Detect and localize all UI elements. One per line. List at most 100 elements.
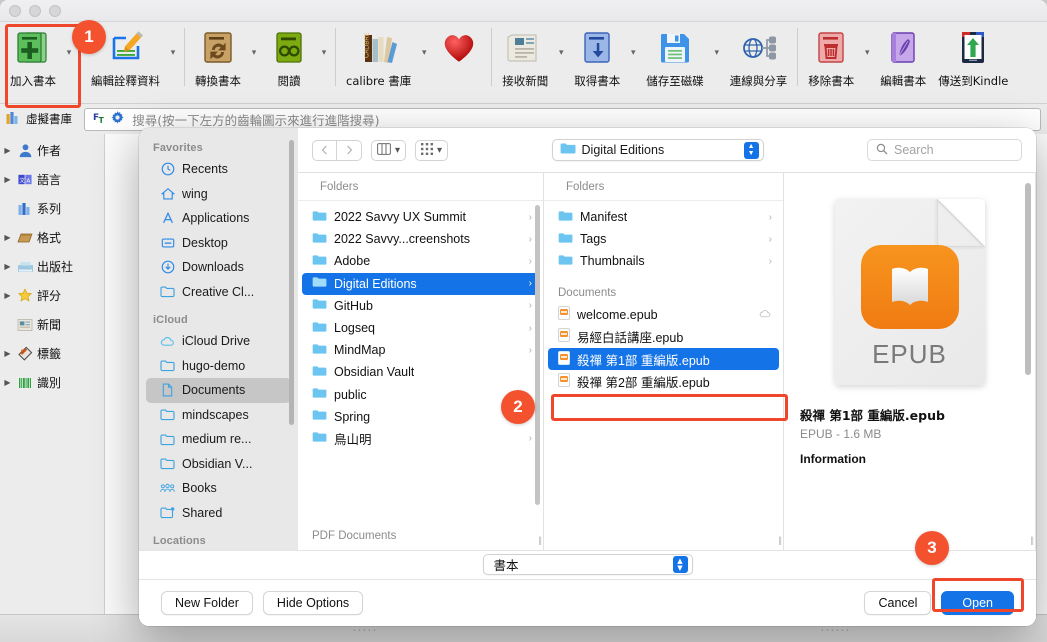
list-item[interactable]: Tags ›: [548, 228, 779, 250]
sidebar-item-tags[interactable]: ▶ 標籤: [0, 339, 104, 368]
remove-books-button[interactable]: 移除書本: [802, 22, 860, 91]
get-books-dropdown-arrow[interactable]: ▾: [626, 47, 640, 58]
send-to-kindle-button[interactable]: 傳送到Kindle: [932, 22, 1014, 91]
read-dropdown-arrow[interactable]: ▾: [317, 47, 331, 58]
list-item-selected-folder[interactable]: Digital Editions ›: [302, 272, 539, 295]
connect-share-button[interactable]: 連線與分享: [724, 22, 794, 91]
column1-resize-handle[interactable]: ||: [538, 535, 542, 545]
column1-scrollbar[interactable]: [535, 205, 540, 505]
list-item[interactable]: welcome.epub: [548, 304, 779, 326]
cancel-button[interactable]: Cancel: [864, 590, 932, 615]
list-item[interactable]: Logseq ›: [302, 317, 539, 339]
folder-icon: [558, 254, 573, 269]
sidebar-item-downloads[interactable]: Downloads: [146, 255, 291, 280]
list-item[interactable]: Thumbnails ›: [548, 250, 779, 272]
sidebar-item-books[interactable]: Books: [146, 476, 291, 501]
sidebar-item-identifiers[interactable]: ▶ 識別: [0, 368, 104, 397]
disclosure-arrow-icon[interactable]: ▶: [2, 175, 13, 184]
list-item[interactable]: Manifest ›: [548, 206, 779, 228]
list-item[interactable]: 殺禪 第2部 重編版.epub: [548, 370, 779, 392]
sidebar-item-ratings[interactable]: ▶ 評分: [0, 281, 104, 310]
list-item[interactable]: Obsidian Vault: [302, 361, 539, 383]
calibre-library-button[interactable]: CALIBRE calibre 書庫: [340, 22, 417, 91]
column2-resize-handle[interactable]: ||: [778, 535, 782, 545]
file-format-popup[interactable]: 書本 ▲ ▼: [482, 554, 693, 576]
toolbar-group-add-book: 加入書本 ▾: [4, 22, 76, 91]
minimize-window-button[interactable]: [29, 4, 41, 17]
disclosure-arrow-icon[interactable]: ▶: [2, 233, 13, 242]
read-button[interactable]: 閱讀: [261, 22, 317, 91]
virtual-library-button[interactable]: 虛擬書庫: [6, 111, 84, 128]
sidebar-item-formats[interactable]: ▶ 格式: [0, 223, 104, 252]
list-item-label: Digital Editions: [334, 276, 417, 291]
read-icon: [267, 26, 311, 70]
sidebar-item-publishers[interactable]: ▶ 出版社: [0, 252, 104, 281]
preview-resize-handle[interactable]: ||: [1030, 535, 1034, 545]
search-settings-gear-icon[interactable]: [111, 111, 124, 127]
current-folder-popup[interactable]: Digital Editions ▲ ▼: [551, 139, 764, 161]
sidebar-item-documents[interactable]: Documents: [146, 378, 291, 403]
view-mode-button[interactable]: ▾: [371, 139, 407, 161]
list-item[interactable]: Adobe ›: [302, 250, 539, 272]
sidebar-item-news[interactable]: 新聞: [0, 310, 104, 339]
preview-scrollbar[interactable]: [1025, 183, 1031, 375]
group-by-icon: [421, 142, 434, 158]
remove-books-dropdown-arrow[interactable]: ▾: [860, 47, 874, 58]
sidebar-item-obsidian-vault[interactable]: Obsidian V...: [146, 452, 291, 477]
sidebar-item-shared[interactable]: Shared: [146, 501, 291, 526]
sidebar-item-hugo-demo[interactable]: hugo-demo: [146, 354, 291, 379]
list-item[interactable]: GitHub ›: [302, 295, 539, 317]
back-button[interactable]: [312, 139, 337, 161]
convert-book-button[interactable]: 轉換書本: [189, 22, 247, 91]
list-item[interactable]: 鳥山明 ›: [302, 428, 539, 450]
sidebar-item-desktop[interactable]: Desktop: [146, 231, 291, 256]
disclosure-arrow-icon[interactable]: ▶: [2, 291, 13, 300]
edit-metadata-dropdown-arrow[interactable]: ▾: [166, 47, 180, 58]
calibre-library-dropdown-arrow[interactable]: ▾: [417, 47, 431, 58]
hide-options-button[interactable]: Hide Options: [262, 590, 364, 615]
sidebar-item-icloud-drive[interactable]: iCloud Drive: [146, 329, 291, 354]
sidebar-item-languages[interactable]: ▶ 文A 語言: [0, 165, 104, 194]
sidebar-item-creative-cloud[interactable]: Creative Cl...: [146, 280, 291, 305]
selected-epub-file[interactable]: 殺禪 第1部 重編版.epub: [548, 347, 779, 371]
folder-popup-stepper-icon[interactable]: ▲ ▼: [743, 141, 759, 159]
list-item[interactable]: MindMap ›: [302, 339, 539, 361]
group-by-button[interactable]: ▾: [415, 139, 449, 161]
disclosure-arrow-icon[interactable]: ▶: [2, 349, 13, 358]
list-item[interactable]: 2022 Savvy...creenshots ›: [302, 228, 539, 250]
add-book-dropdown-arrow[interactable]: ▾: [62, 47, 76, 58]
sidebar-item-applications[interactable]: Applications: [146, 206, 291, 231]
fetch-news-dropdown-arrow[interactable]: ▾: [554, 47, 568, 58]
maximize-window-button[interactable]: [49, 4, 61, 17]
open-button[interactable]: Open: [941, 590, 1014, 615]
full-text-search-icon[interactable]: FT: [93, 113, 104, 125]
edit-book-button[interactable]: 編輯書本: [874, 22, 932, 91]
sidebar-item-series[interactable]: 系列: [0, 194, 104, 223]
sidebar-item-authors[interactable]: ▶ 作者: [0, 136, 104, 165]
sidebar-scrollbar[interactable]: [289, 140, 294, 425]
disclosure-arrow-icon[interactable]: ▶: [2, 262, 13, 271]
list-item-label: Spring: [334, 409, 371, 424]
get-books-button[interactable]: 取得書本: [568, 22, 626, 91]
sidebar-item-wing[interactable]: wing: [146, 182, 291, 207]
forward-button[interactable]: [337, 139, 362, 161]
convert-book-dropdown-arrow[interactable]: ▾: [247, 47, 261, 58]
new-folder-button[interactable]: New Folder: [161, 590, 253, 615]
close-window-button[interactable]: [9, 4, 21, 17]
add-book-button[interactable]: 加入書本: [4, 22, 62, 91]
save-to-disk-dropdown-arrow[interactable]: ▾: [710, 47, 724, 58]
list-item[interactable]: 2022 Savvy UX Summit ›: [302, 206, 539, 228]
toolbar-group-edit-book: 編輯書本: [874, 22, 932, 91]
sidebar-item-recents[interactable]: Recents: [146, 157, 291, 182]
fetch-news-button[interactable]: 接收新聞: [496, 22, 554, 91]
downloads-icon: [160, 260, 175, 275]
list-item[interactable]: 易經白話講座.epub: [548, 326, 779, 348]
dialog-search-input[interactable]: Search: [867, 139, 1022, 161]
sidebar-item-medium-re[interactable]: medium re...: [146, 427, 291, 452]
sidebar-item-mindscapes[interactable]: mindscapes: [146, 403, 291, 428]
disclosure-arrow-icon[interactable]: ▶: [2, 378, 13, 387]
save-to-disk-button[interactable]: 儲存至磁碟: [640, 22, 710, 91]
disclosure-arrow-icon[interactable]: ▶: [2, 146, 13, 155]
file-format-stepper-icon[interactable]: ▲ ▼: [672, 556, 688, 574]
favorites-button[interactable]: [431, 22, 487, 75]
